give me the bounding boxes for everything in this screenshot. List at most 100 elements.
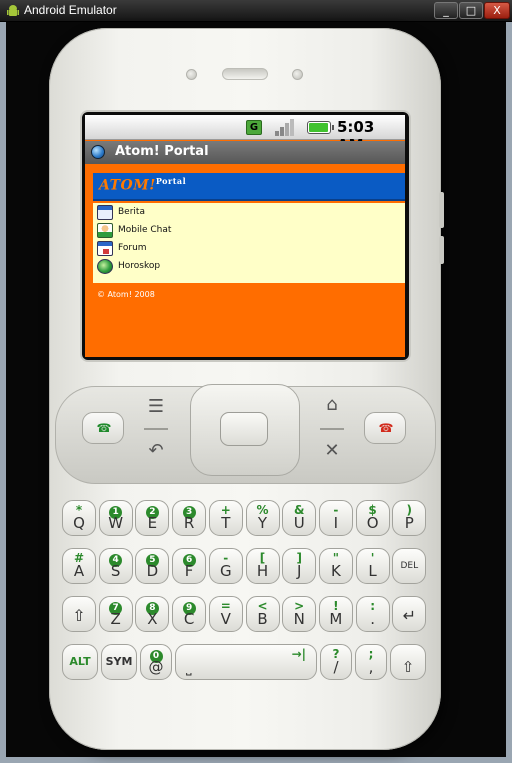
delete-key[interactable]: DEL <box>392 548 427 584</box>
key-label: X <box>147 610 158 628</box>
key-d[interactable]: 5D <box>135 548 170 584</box>
key-label: E <box>147 514 158 532</box>
key-label: M <box>329 610 343 628</box>
home-button[interactable]: ⌂ <box>320 394 344 416</box>
app-title: Atom! Portal <box>115 144 209 159</box>
key-label: L <box>368 562 377 580</box>
minimize-button[interactable]: _ <box>434 2 458 19</box>
back-button[interactable]: ↶ <box>144 440 168 462</box>
key-label: B <box>257 610 268 628</box>
key-k[interactable]: " K <box>318 548 353 584</box>
call-button[interactable]: ☎ <box>82 412 124 444</box>
phone-screen[interactable]: G 5:03 AM Atom! Portal ATOM!Portal Berit… <box>85 115 405 357</box>
key-m[interactable]: ! M <box>318 596 353 632</box>
key-label: Y <box>257 514 268 532</box>
key-e[interactable]: 2E <box>135 500 170 536</box>
key-label: C <box>183 610 195 628</box>
end-call-button[interactable]: ☎ <box>364 412 406 444</box>
key-c[interactable]: 9C <box>172 596 207 632</box>
key-label: . <box>370 610 375 628</box>
menu-item-berita[interactable]: Berita <box>97 205 297 221</box>
key-label: J <box>296 562 302 580</box>
key-i[interactable]: -I <box>318 500 353 536</box>
key-j[interactable]: ] J <box>282 548 317 584</box>
at-key[interactable]: 0 @ <box>140 644 172 680</box>
key-y[interactable]: % Y <box>245 500 280 536</box>
portal-banner[interactable]: ATOM!Portal <box>93 173 405 201</box>
key-label: N <box>293 610 305 628</box>
key-label: S <box>110 562 121 580</box>
key-b[interactable]: < B <box>245 596 280 632</box>
menu-item-label: Horoskop <box>118 261 161 271</box>
key-label: V <box>220 610 231 628</box>
menu-item-horoskop[interactable]: Horoskop <box>97 259 297 275</box>
call-icon: ☎ <box>96 421 112 435</box>
key-label: ⎵ <box>186 660 192 676</box>
status-bar: G 5:03 AM <box>85 115 405 154</box>
horoscope-icon <box>97 259 113 274</box>
key-label: ↵ <box>402 606 416 625</box>
end-call-icon: ☎ <box>378 421 394 435</box>
key-label: R <box>183 514 195 532</box>
dpad-center-button[interactable] <box>220 412 268 446</box>
key-h[interactable]: [H <box>245 548 280 584</box>
alt-key[interactable]: ALT <box>62 644 98 680</box>
key-label: O <box>366 514 379 532</box>
sym-key[interactable]: SYM <box>101 644 137 680</box>
key-f[interactable]: 6F <box>172 548 207 584</box>
key-u[interactable]: & U <box>282 500 317 536</box>
key-label: W <box>108 514 124 532</box>
android-icon <box>7 5 19 16</box>
key-label: @ <box>148 658 164 676</box>
key-label: DEL <box>400 561 419 571</box>
key-label: A <box>73 562 85 580</box>
key-t[interactable]: + T <box>208 500 243 536</box>
key-label: K <box>330 562 341 580</box>
softkey-divider <box>144 428 168 430</box>
search-button[interactable]: ✕ <box>320 440 344 462</box>
key-label: , <box>368 658 374 676</box>
key-o[interactable]: $ O <box>355 500 390 536</box>
key-v[interactable]: = V <box>208 596 243 632</box>
space-key[interactable]: →| ⎵ <box>175 644 317 680</box>
window-titlebar[interactable]: Android Emulator _ □ X <box>0 0 512 22</box>
shift-key-right[interactable]: ⇧ <box>390 644 426 680</box>
menu-item-mobile-chat[interactable]: Mobile Chat <box>97 223 297 239</box>
key-label: T <box>221 514 231 532</box>
period-key[interactable]: :. <box>355 596 390 632</box>
key-label: U <box>293 514 305 532</box>
key-r[interactable]: 3R <box>172 500 207 536</box>
key-label: ALT <box>69 655 91 668</box>
volume-up-button[interactable] <box>439 192 444 228</box>
key-g[interactable]: -G <box>208 548 243 584</box>
menu-item-forum[interactable]: Forum <box>97 241 297 257</box>
key-s[interactable]: 4S <box>98 548 133 584</box>
shift-key[interactable]: ⇧ <box>62 596 96 632</box>
window-frame-left <box>0 22 6 757</box>
key-x[interactable]: 8X <box>135 596 170 632</box>
key-p[interactable]: ) P <box>392 500 427 536</box>
enter-key[interactable]: ↵ <box>392 596 427 632</box>
key-z[interactable]: 7Z <box>98 596 133 632</box>
key-label: G <box>219 562 232 580</box>
forum-icon <box>97 241 113 256</box>
key-q[interactable]: * Q <box>62 500 96 536</box>
key-label: Q <box>73 514 85 532</box>
key-label: I <box>333 514 339 532</box>
volume-down-button[interactable] <box>439 236 444 264</box>
comma-key[interactable]: ;, <box>355 644 387 680</box>
maximize-button[interactable]: □ <box>459 2 483 19</box>
footer-copyright: © Atom! 2008 <box>97 290 155 299</box>
key-w[interactable]: 1W <box>98 500 133 536</box>
slash-key[interactable]: ? / <box>320 644 352 680</box>
key-n[interactable]: > N <box>282 596 317 632</box>
window-frame-bottom <box>0 757 512 763</box>
key-l[interactable]: ' L <box>355 548 390 584</box>
signal-bars-icon <box>275 119 297 136</box>
earpiece <box>222 68 268 80</box>
close-button[interactable]: X <box>484 2 510 19</box>
key-a[interactable]: # A <box>62 548 96 584</box>
news-icon <box>97 205 113 220</box>
menu-button[interactable]: ☰ <box>144 396 168 418</box>
menu-item-label: Berita <box>118 207 145 217</box>
